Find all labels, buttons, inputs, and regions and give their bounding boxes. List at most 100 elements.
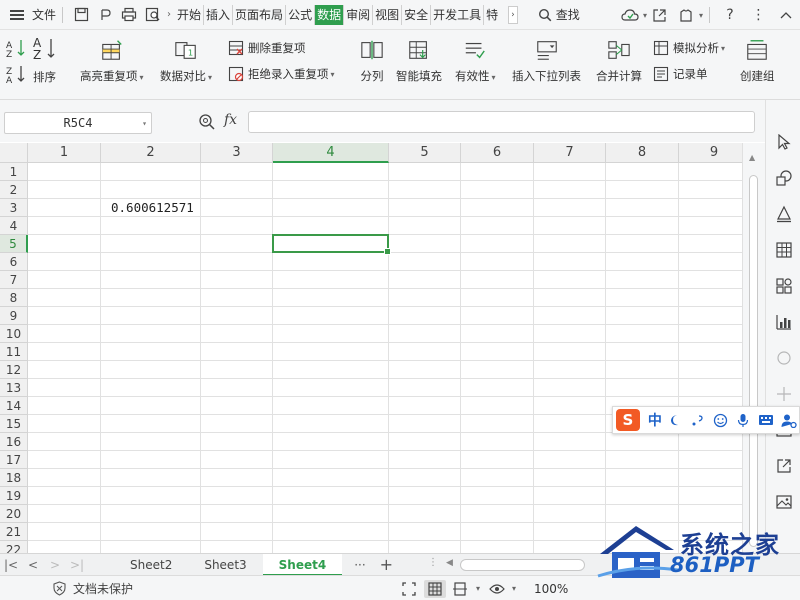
sort-descending-button[interactable]: ZA [6,64,28,84]
horizontal-scrollbar[interactable] [460,559,585,571]
cloud-sync-icon[interactable] [617,0,643,30]
more-quick-icon[interactable]: › [167,9,171,20]
last-sheet-icon[interactable]: >| [66,558,88,572]
chevron-down-icon[interactable]: ▾ [512,584,516,593]
row-header[interactable]: 11 [0,343,28,361]
keyboard-icon[interactable] [756,410,776,430]
column-header[interactable]: 3 [201,143,273,163]
row-header[interactable]: 5 [0,235,28,253]
row-header[interactable]: 6 [0,253,28,271]
apps-grid-icon[interactable] [774,276,794,296]
ime-language-toggle[interactable]: 中 [648,410,662,430]
smart-fill-button[interactable]: 智能填充 [396,38,442,84]
record-form-button[interactable]: 记录单 [653,66,708,82]
sheet-tab-active[interactable]: Sheet4 [262,553,343,576]
column-header[interactable]: 7 [534,143,606,163]
row-header[interactable]: 14 [0,397,28,415]
picture-icon[interactable] [774,492,794,512]
row-header[interactable]: 9 [0,307,28,325]
first-sheet-icon[interactable]: |< [0,558,22,572]
row-header[interactable]: 2 [0,181,28,199]
tab-view[interactable]: 视图 [373,4,403,25]
sort-ascending-button[interactable]: AZ [6,38,28,58]
sheet-tab[interactable]: Sheet3 [188,554,262,576]
row-header[interactable]: 13 [0,379,28,397]
tab-review[interactable]: 审阅 [344,4,374,25]
row-header[interactable]: 19 [0,487,28,505]
tab-formula[interactable]: 公式 [286,4,316,25]
highlight-duplicates-button[interactable]: 高亮重复项 ▾ [80,38,144,84]
moon-icon[interactable] [665,410,685,430]
row-header[interactable]: 7 [0,271,28,289]
split-columns-button[interactable]: 分列 [360,38,384,84]
cursor-select-icon[interactable] [774,132,794,152]
chevron-down-icon[interactable]: ▾ [142,119,147,128]
sheet-tab[interactable]: Sheet2 [114,554,188,576]
create-group-button[interactable]: 创建组 [740,38,775,84]
microphone-icon[interactable] [733,410,753,430]
column-header[interactable]: 1 [28,143,101,163]
zoom-level[interactable]: 100% [534,582,568,596]
preview-icon[interactable] [141,0,165,30]
tab-data[interactable]: 数据 [315,4,345,25]
chart-icon[interactable] [774,312,794,332]
row-header[interactable]: 15 [0,415,28,433]
row-header[interactable]: 8 [0,289,28,307]
help-icon[interactable]: ? [716,0,744,30]
validity-button[interactable]: 有效性 ▾ [455,38,496,84]
column-header[interactable]: 5 [389,143,461,163]
tabs-scroll-right-icon[interactable]: › [508,5,518,24]
prev-sheet-icon[interactable]: < [22,558,44,572]
share-icon[interactable] [647,0,673,30]
more-icon[interactable]: ⋮ [744,0,772,30]
next-sheet-icon[interactable]: > [44,558,66,572]
emoji-icon[interactable] [711,410,731,430]
insert-function-button[interactable]: fx [224,112,237,128]
shapes-icon[interactable] [774,168,794,188]
save-icon[interactable] [69,0,93,30]
tab-page-layout[interactable]: 页面布局 [233,4,287,25]
tab-developer[interactable]: 开发工具 [431,4,485,25]
row-header[interactable]: 20 [0,505,28,523]
focus-mode-icon[interactable] [398,580,420,598]
simulate-analysis-button[interactable]: 模拟分析 ▾ [653,40,725,56]
chevron-down-icon[interactable]: ▾ [476,584,480,593]
row-header[interactable]: 1 [0,163,28,181]
tab-security[interactable]: 安全 [402,4,432,25]
column-header[interactable]: 8 [606,143,679,163]
row-header[interactable]: 12 [0,361,28,379]
reject-duplicates-button[interactable]: 拒绝录入重复项 ▾ [228,66,335,82]
formula-input[interactable] [248,111,755,133]
skin-icon[interactable] [673,0,699,30]
cell-value[interactable]: 0.600612571 [111,200,194,215]
column-header[interactable]: 4 [273,143,389,163]
delete-duplicates-button[interactable]: 删除重复项 [228,40,306,56]
punctuation-icon[interactable] [688,410,708,430]
page-break-view-icon[interactable] [450,580,472,598]
tab-insert[interactable]: 插入 [204,4,234,25]
collapse-icon[interactable] [772,0,800,30]
row-header[interactable]: 17 [0,451,28,469]
more-sheets-icon[interactable]: ··· [354,558,365,572]
merge-calc-button[interactable]: 合并计算 [596,38,642,84]
row-header[interactable]: 18 [0,469,28,487]
eye-protection-icon[interactable] [486,580,508,598]
row-header[interactable]: 16 [0,433,28,451]
data-compare-button[interactable]: 1 数据对比 ▾ [160,38,212,84]
row-header[interactable]: 10 [0,325,28,343]
vertical-scrollbar[interactable]: ▲ [742,143,765,553]
sort-az-icon[interactable]: AZ [32,36,58,60]
file-menu[interactable]: 文件 [0,0,56,30]
column-header[interactable]: 9 [679,143,742,163]
row-header[interactable]: 4 [0,217,28,235]
row-header[interactable]: 3 [0,199,28,217]
sort-button[interactable]: 排序 [33,69,56,85]
search-button[interactable]: 查找 [538,0,580,30]
active-cell-selection[interactable] [272,234,391,255]
normal-view-icon[interactable] [424,579,446,598]
table-style-icon[interactable] [774,240,794,260]
share-export-icon[interactable] [774,456,794,476]
scroll-up-icon[interactable]: ▲ [749,153,755,162]
row-header[interactable]: 22 [0,541,28,553]
row-header[interactable]: 21 [0,523,28,541]
